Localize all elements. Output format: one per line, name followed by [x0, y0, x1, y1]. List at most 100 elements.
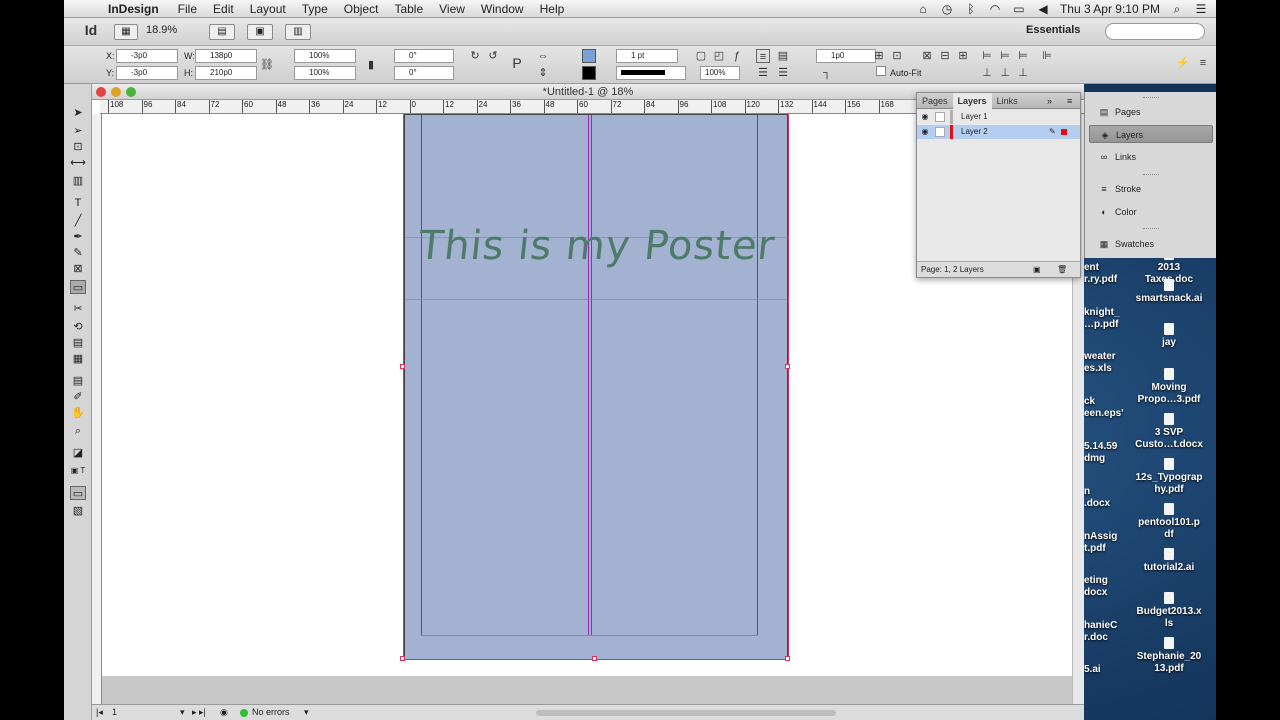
dock-grip[interactable] [1143, 97, 1159, 99]
desktop-file[interactable]: Stephanie_20 13.pdf [1124, 637, 1214, 675]
stroke-type-select[interactable] [616, 66, 686, 80]
layer-row-1[interactable]: ◉ Layer 1 [917, 110, 1080, 124]
menu-window[interactable]: Window [473, 2, 532, 16]
opacity-field[interactable]: 100% [700, 66, 740, 80]
stroke-weight-field[interactable]: 1 pt [616, 49, 678, 63]
bluetooth-icon[interactable]: ᛒ [964, 2, 978, 16]
stroke-swatch[interactable] [582, 66, 596, 80]
selection-handle-bottom[interactable] [592, 656, 597, 661]
first-page-icon[interactable]: |◂ [96, 707, 103, 718]
desktop-file-partial[interactable]: 5.14.59 [1084, 441, 1128, 453]
scale-lock-icon[interactable]: ▮ [364, 58, 378, 72]
preflight-status[interactable]: No errors [252, 707, 290, 717]
normal-view-icon[interactable]: ▭ [70, 486, 86, 500]
rotate-ccw-icon[interactable]: ↺ [486, 49, 500, 63]
page-number-field[interactable]: 1 [112, 707, 117, 717]
menu-file[interactable]: File [170, 2, 205, 16]
drop-shadow-icon[interactable]: ◰ [712, 49, 726, 63]
next-page-icon[interactable]: ▸ ▸| [192, 707, 206, 718]
desktop-file-partial[interactable]: ent [1084, 262, 1128, 274]
desktop-file-partial[interactable]: hanieC [1084, 620, 1128, 632]
desktop-file[interactable]: pentool101.p df [1124, 503, 1214, 541]
rectangle-tool-icon[interactable]: ▭ [70, 280, 86, 294]
formatting-affects-icon[interactable]: ▣ T [70, 464, 86, 478]
y-field[interactable]: -3p0 [116, 66, 178, 80]
pencil-tool-icon[interactable]: ✎ [70, 246, 86, 260]
direct-selection-tool-icon[interactable]: ➢ [70, 124, 86, 138]
tab-layers[interactable]: Layers [952, 92, 992, 109]
distribute-right-icon[interactable]: ⊥ [1016, 66, 1030, 80]
horizontal-scrollbar[interactable] [536, 710, 836, 716]
selection-frame[interactable] [403, 114, 789, 660]
text-wrap-bounding-icon[interactable]: ▤ [776, 49, 790, 63]
selection-indicator[interactable] [1061, 129, 1067, 135]
scale-x-field[interactable]: 100% [294, 49, 356, 63]
quick-apply-icon[interactable]: ⚡ [1176, 56, 1190, 70]
menu-view[interactable]: View [431, 2, 473, 16]
volume-icon[interactable]: ◀ [1036, 2, 1050, 16]
dock-item-stroke[interactable]: ≡ Stroke [1089, 180, 1213, 198]
menubar-clock[interactable]: Thu 3 Apr 9:10 PM [1060, 2, 1160, 16]
close-window-button[interactable] [96, 87, 106, 97]
zoom-tool-icon[interactable]: ⌕ [70, 424, 86, 438]
layer-name[interactable]: Layer 2 [961, 125, 988, 139]
vertical-ruler[interactable] [92, 114, 102, 704]
selection-handle-bottom-left[interactable] [400, 656, 405, 661]
desktop-file[interactable]: 12s_Typograp hy.pdf [1124, 458, 1214, 496]
desktop-file-partial[interactable]: weater [1084, 351, 1128, 363]
zoom-level[interactable]: 18.9% [146, 24, 177, 36]
desktop-file-partial[interactable]: …p.pdf [1084, 319, 1128, 331]
delete-layer-icon[interactable]: 🗑 [1057, 262, 1067, 278]
display-icon[interactable]: ▭ [1012, 2, 1026, 16]
selection-handle-right[interactable] [785, 364, 790, 369]
dock-item-pages[interactable]: ▤ Pages [1089, 103, 1213, 121]
offset-field[interactable]: 1p0 [816, 49, 876, 63]
desktop-file-partial[interactable]: ck [1084, 396, 1128, 408]
hand-tool-icon[interactable]: ✋ [70, 406, 86, 420]
view-options-icon[interactable]: ▤ [209, 24, 235, 40]
fit-frame-content-icon[interactable]: ⊡ [890, 49, 904, 63]
page-tool-icon[interactable]: ⊡ [70, 140, 86, 154]
desktop-file-partial[interactable]: dmg [1084, 453, 1128, 465]
panel-menu-icon[interactable]: ≡ [1067, 96, 1072, 106]
desktop-file-partial[interactable]: r.doc [1084, 632, 1128, 644]
workspace-switcher[interactable]: Essentials [1026, 24, 1080, 36]
desktop-file-partial[interactable]: n [1084, 486, 1128, 498]
scale-y-field[interactable]: 100% [294, 66, 356, 80]
desktop-file-partial[interactable]: r.ry.pdf [1084, 274, 1128, 286]
constrain-proportions-icon[interactable]: ⛓ [260, 58, 274, 72]
align-right-icon[interactable]: ⊨ [1016, 49, 1030, 63]
collapse-panel-icon[interactable]: » [1047, 96, 1052, 106]
preflight-icon[interactable]: ◉ [220, 707, 228, 718]
home-icon[interactable]: ⌂ [916, 2, 930, 16]
align-bottom-icon[interactable]: ☰ [776, 66, 790, 80]
control-panel-menu-icon[interactable]: ≡ [1196, 56, 1210, 70]
fit-proportionally-icon[interactable]: ⊞ [956, 49, 970, 63]
height-field[interactable]: 210p0 [195, 66, 257, 80]
menu-object[interactable]: Object [336, 2, 387, 16]
menu-table[interactable]: Table [386, 2, 431, 16]
desktop-file-partial[interactable]: knight_ [1084, 307, 1128, 319]
preview-mode-icon[interactable]: ▧ [70, 504, 86, 518]
minimize-window-button[interactable] [111, 87, 121, 97]
zoom-window-button[interactable] [126, 87, 136, 97]
screen-mode-icon[interactable]: ▣ [247, 24, 273, 40]
tab-pages[interactable]: Pages [917, 93, 953, 109]
eyedropper-tool-icon[interactable]: ✐ [70, 390, 86, 404]
center-content-icon[interactable]: ⊠ [920, 49, 934, 63]
align-left-icon[interactable]: ⊨ [980, 49, 994, 63]
fill-proportionally-icon[interactable]: ⊟ [938, 49, 952, 63]
shear-field[interactable]: 0° [394, 66, 454, 80]
corner-options-icon[interactable]: ┐ [820, 66, 834, 80]
selection-tool-icon[interactable]: ➤ [70, 106, 86, 120]
lock-toggle[interactable] [935, 112, 945, 122]
layer-name[interactable]: Layer 1 [961, 110, 988, 124]
align-center-icon[interactable]: ⊨ [998, 49, 1012, 63]
desktop-file-partial[interactable]: 5.ai [1084, 664, 1128, 676]
menu-edit[interactable]: Edit [205, 2, 242, 16]
dock-grip[interactable] [1143, 174, 1159, 176]
text-wrap-none-icon[interactable]: ≡ [756, 49, 770, 63]
fit-content-frame-icon[interactable]: ⊞ [872, 49, 886, 63]
spotlight-search-icon[interactable]: ⌕ [1170, 2, 1184, 17]
width-field[interactable]: 138p0 [195, 49, 257, 63]
